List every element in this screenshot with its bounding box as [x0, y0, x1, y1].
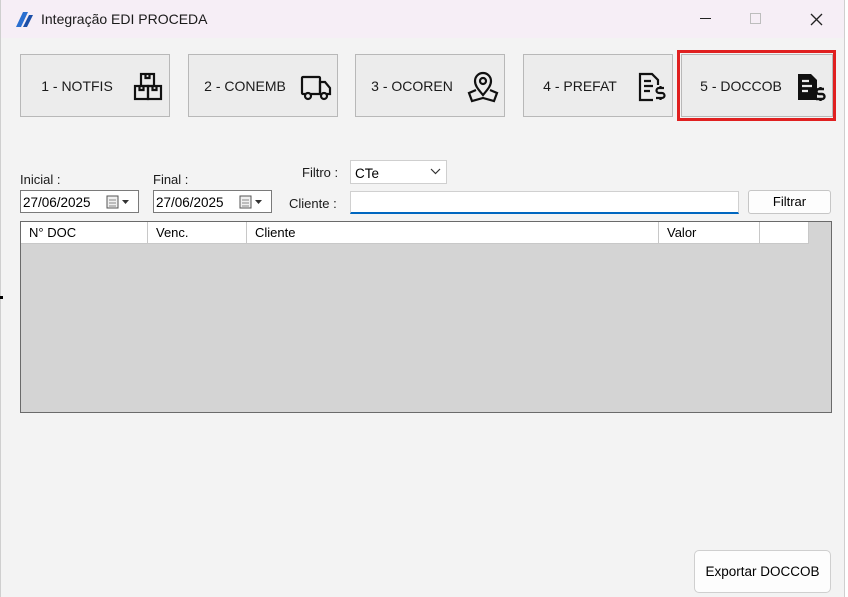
- truck-icon: [300, 75, 332, 101]
- module-label: 1 - NOTFIS: [41, 77, 113, 94]
- title-bar: Integração EDI PROCEDA: [1, 0, 844, 38]
- maximize-icon: [750, 13, 761, 24]
- calendar-dropdown-icon[interactable]: [106, 195, 134, 209]
- inicial-label: Inicial :: [20, 172, 61, 187]
- filtro-select[interactable]: CTe: [350, 160, 447, 184]
- grid-header: N° DOC Venc. Cliente Valor: [21, 222, 809, 244]
- cliente-input[interactable]: [350, 191, 739, 214]
- module-button-doccob[interactable]: 5 - DOCCOB: [681, 54, 833, 117]
- invoice-dollar-icon: [798, 74, 826, 101]
- module-button-ocoren[interactable]: 3 - OCOREN: [355, 54, 505, 117]
- window-title: Integração EDI PROCEDA: [41, 11, 208, 27]
- close-button[interactable]: [793, 0, 839, 38]
- export-doccob-button[interactable]: Exportar DOCCOB: [694, 550, 831, 593]
- cliente-label: Cliente :: [289, 196, 337, 211]
- filtrar-button[interactable]: Filtrar: [748, 190, 831, 214]
- inicial-date-value: 27/06/2025: [23, 195, 91, 210]
- filtro-label: Filtro :: [302, 165, 339, 180]
- boxes-icon: [133, 72, 163, 101]
- module-label: 4 - PREFAT: [543, 77, 617, 94]
- module-button-prefat[interactable]: 4 - PREFAT: [523, 54, 673, 117]
- calendar-dropdown-icon[interactable]: [239, 195, 267, 209]
- minimize-icon: [700, 18, 711, 19]
- column-header-doc[interactable]: N° DOC: [21, 222, 148, 243]
- column-header-cliente[interactable]: Cliente: [247, 222, 659, 243]
- edge-marker: [0, 296, 3, 299]
- chevron-down-icon: [430, 168, 441, 175]
- final-date-picker[interactable]: 27/06/2025: [153, 190, 272, 213]
- documents-grid[interactable]: N° DOC Venc. Cliente Valor: [20, 221, 832, 413]
- module-label: 5 - DOCCOB: [700, 77, 782, 94]
- module-button-notfis[interactable]: 1 - NOTFIS: [20, 54, 170, 117]
- invoice-icon: [638, 72, 666, 102]
- column-header-venc[interactable]: Venc.: [148, 222, 247, 243]
- filtro-value: CTe: [355, 166, 380, 181]
- minimize-button[interactable]: [683, 0, 729, 38]
- map-pin-icon: [467, 71, 499, 103]
- final-label: Final :: [153, 172, 189, 187]
- final-date-value: 27/06/2025: [156, 195, 224, 210]
- close-icon: [810, 13, 822, 25]
- module-label: 3 - OCOREN: [371, 77, 453, 94]
- app-window: Integração EDI PROCEDA 1 - NOTFIS 2 - CO…: [0, 0, 845, 597]
- maximize-button[interactable]: [733, 0, 779, 38]
- module-button-conemb[interactable]: 2 - CONEMB: [188, 54, 338, 117]
- inicial-date-picker[interactable]: 27/06/2025: [20, 190, 139, 213]
- module-label: 2 - CONEMB: [204, 77, 286, 94]
- column-header-valor[interactable]: Valor: [659, 222, 760, 243]
- column-header-extra[interactable]: [760, 222, 809, 243]
- app-logo-icon: [16, 12, 33, 27]
